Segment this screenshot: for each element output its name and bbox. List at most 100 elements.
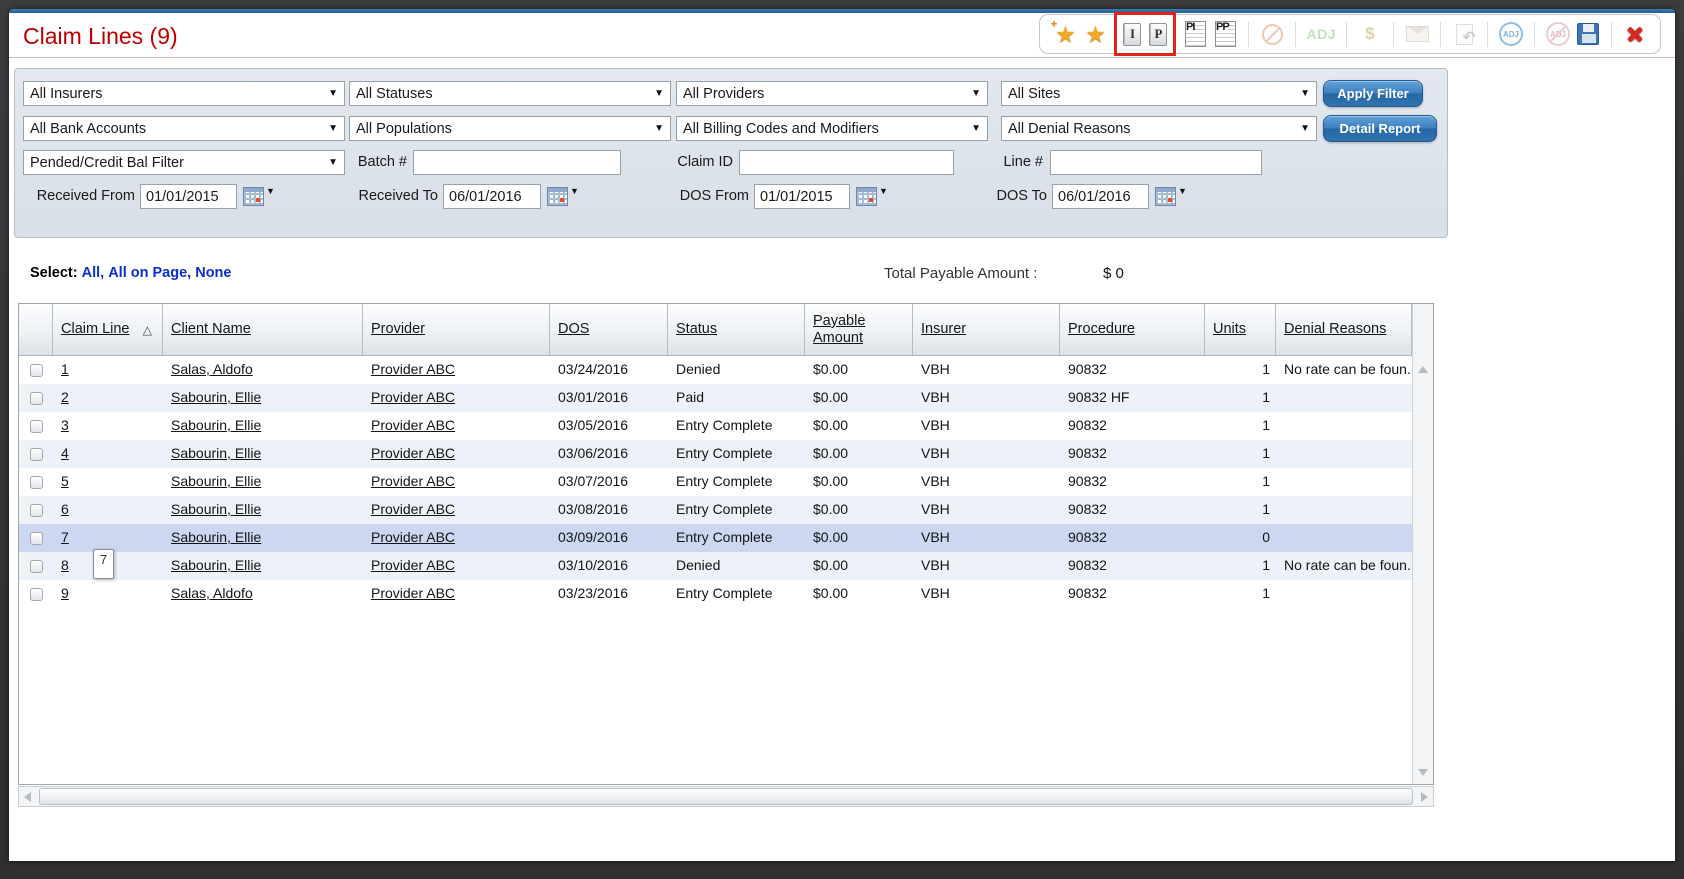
table-row: 6 Sabourin, Ellie Provider ABC 03/08/201… [19, 496, 1412, 524]
scroll-up-icon[interactable] [1418, 366, 1428, 373]
table-row: 1 Salas, Aldofo Provider ABC 03/24/2016 … [19, 356, 1412, 384]
claim-line-link[interactable]: 4 [61, 445, 69, 461]
received-to-input[interactable] [443, 184, 541, 209]
adjustment-blue-icon[interactable]: ADJ [1498, 20, 1524, 48]
filter-panel: All Insurers ▼ All Statuses ▼ All Provid… [14, 68, 1448, 238]
column-header-status[interactable]: Status [668, 304, 805, 355]
received-from-input[interactable] [140, 184, 237, 209]
table-row: 2 Sabourin, Ellie Provider ABC 03/01/201… [19, 384, 1412, 412]
client-name-link[interactable]: Sabourin, Ellie [171, 445, 261, 461]
dos-from-label: DOS From [655, 184, 749, 209]
client-name-link[interactable]: Sabourin, Ellie [171, 529, 261, 545]
row-checkbox[interactable] [30, 504, 43, 517]
calendar-icon[interactable] [243, 187, 264, 206]
column-header-units[interactable]: Units [1205, 304, 1276, 355]
client-name-link[interactable]: Sabourin, Ellie [171, 417, 261, 433]
row-checkbox[interactable] [30, 532, 43, 545]
provider-link[interactable]: Provider ABC [371, 389, 455, 405]
scrollbar-thumb[interactable] [39, 788, 1413, 805]
client-name-link[interactable]: Sabourin, Ellie [171, 557, 261, 573]
provider-link[interactable]: Provider ABC [371, 473, 455, 489]
providers-dropdown[interactable]: All Providers ▼ [676, 81, 988, 106]
scroll-right-icon[interactable] [1421, 792, 1428, 802]
detail-report-button[interactable]: Detail Report [1323, 115, 1437, 142]
provider-link[interactable]: Provider ABC [371, 529, 455, 545]
claim-line-link[interactable]: 8 [61, 557, 69, 573]
column-header-provider[interactable]: Provider [363, 304, 550, 355]
select-all-link[interactable]: All [82, 265, 101, 281]
populations-dropdown[interactable]: All Populations ▼ [349, 116, 671, 141]
row-checkbox[interactable] [30, 448, 43, 461]
provider-link[interactable]: Provider ABC [371, 501, 455, 517]
statuses-dropdown[interactable]: All Statuses ▼ [349, 81, 671, 106]
claim-line-link[interactable]: 5 [61, 473, 69, 489]
row-checkbox[interactable] [30, 588, 43, 601]
client-name-link[interactable]: Sabourin, Ellie [171, 501, 261, 517]
provider-link[interactable]: Provider ABC [371, 445, 455, 461]
dos-to-input[interactable] [1052, 184, 1149, 209]
horizontal-scrollbar[interactable] [18, 786, 1434, 807]
column-header-client-name[interactable]: Client Name [163, 304, 363, 355]
professional-button[interactable]: P [1149, 23, 1167, 46]
claim-line-link[interactable]: 3 [61, 417, 69, 433]
select-none-link[interactable]: None [195, 265, 231, 281]
claim-line-link[interactable]: 6 [61, 501, 69, 517]
calendar-caret-icon[interactable]: ▼ [266, 186, 275, 196]
sort-asc-icon: △ [143, 323, 152, 337]
column-header-procedure[interactable]: Procedure [1060, 304, 1205, 355]
insurers-dropdown[interactable]: All Insurers ▼ [23, 81, 345, 106]
claim-line-link[interactable]: 1 [61, 361, 69, 377]
provider-link[interactable]: Provider ABC [371, 585, 455, 601]
calendar-icon[interactable] [547, 187, 568, 206]
denial-reasons-dropdown[interactable]: All Denial Reasons ▼ [1001, 116, 1317, 141]
apply-filter-button[interactable]: Apply Filter [1323, 80, 1423, 107]
vertical-scrollbar[interactable] [1412, 304, 1433, 784]
row-checkbox[interactable] [30, 364, 43, 377]
client-name-link[interactable]: Sabourin, Ellie [171, 473, 261, 489]
calendar-caret-icon[interactable]: ▼ [879, 186, 888, 196]
close-icon[interactable] [1622, 20, 1648, 48]
row-checkbox[interactable] [30, 420, 43, 433]
calendar-icon[interactable] [1155, 187, 1176, 206]
column-header-denial-reasons[interactable]: Denial Reasons [1276, 304, 1412, 355]
client-name-link[interactable]: Salas, Aldofo [171, 361, 253, 377]
billing-codes-dropdown[interactable]: All Billing Codes and Modifiers ▼ [676, 116, 988, 141]
claim-line-link[interactable]: 2 [61, 389, 69, 405]
provider-link[interactable]: Provider ABC [371, 361, 455, 377]
sites-dropdown[interactable]: All Sites ▼ [1001, 81, 1317, 106]
chevron-down-icon: ▼ [654, 123, 664, 134]
bank-accounts-dropdown[interactable]: All Bank Accounts ▼ [23, 116, 345, 141]
print-professional-icon[interactable]: PP [1212, 20, 1238, 48]
dos-from-input[interactable] [754, 184, 850, 209]
scroll-down-icon[interactable] [1418, 769, 1428, 776]
claim-line-link[interactable]: 7 [61, 529, 69, 545]
institutional-button[interactable]: I [1123, 23, 1141, 46]
save-icon[interactable] [1575, 20, 1601, 48]
print-institutional-icon[interactable]: PI [1182, 20, 1208, 48]
provider-link[interactable]: Provider ABC [371, 557, 455, 573]
favorite-icon[interactable]: ★ [1082, 20, 1108, 48]
line-number-input[interactable] [1050, 150, 1262, 175]
favorite-add-icon[interactable]: ★+ [1052, 20, 1078, 48]
calendar-caret-icon[interactable]: ▼ [570, 186, 579, 196]
column-header-payable-amount[interactable]: Payable Amount [805, 304, 913, 355]
client-name-link[interactable]: Salas, Aldofo [171, 585, 253, 601]
column-header-claim-line[interactable]: Claim Line △ [53, 304, 163, 355]
chevron-down-icon: ▼ [971, 123, 981, 134]
select-all-on-page-link[interactable]: All on Page [108, 265, 187, 281]
received-from-label: Received From [23, 184, 135, 209]
batch-input[interactable] [413, 150, 621, 175]
client-name-link[interactable]: Sabourin, Ellie [171, 389, 261, 405]
row-checkbox[interactable] [30, 476, 43, 489]
provider-link[interactable]: Provider ABC [371, 417, 455, 433]
calendar-icon[interactable] [856, 187, 877, 206]
column-header-dos[interactable]: DOS [550, 304, 668, 355]
claim-line-link[interactable]: 9 [61, 585, 69, 601]
claim-id-input[interactable] [739, 150, 954, 175]
scroll-left-icon[interactable] [24, 792, 31, 802]
column-header-insurer[interactable]: Insurer [913, 304, 1060, 355]
calendar-caret-icon[interactable]: ▼ [1178, 186, 1187, 196]
row-checkbox[interactable] [30, 560, 43, 573]
row-checkbox[interactable] [30, 392, 43, 405]
pended-filter-dropdown[interactable]: Pended/Credit Bal Filter ▼ [23, 150, 345, 175]
